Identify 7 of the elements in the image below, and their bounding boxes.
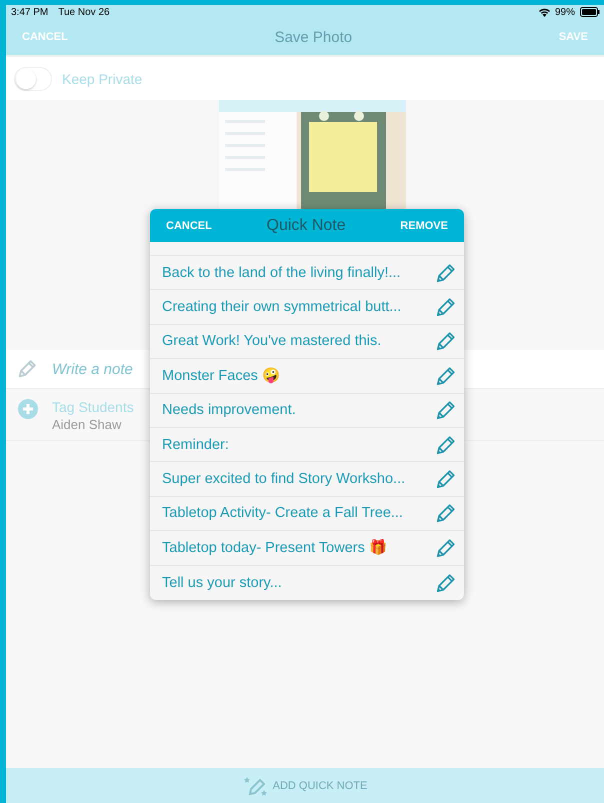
dialog-title: Quick Note	[266, 216, 346, 234]
battery-percent: 99%	[554, 6, 575, 18]
tagged-student-name: Aiden Shaw	[52, 417, 122, 432]
nav-title: Save Photo	[274, 28, 352, 46]
keep-private-label: Keep Private	[62, 70, 142, 86]
status-time: 3:47 PM	[11, 6, 48, 18]
status-date: Tue Nov 26	[58, 6, 110, 18]
